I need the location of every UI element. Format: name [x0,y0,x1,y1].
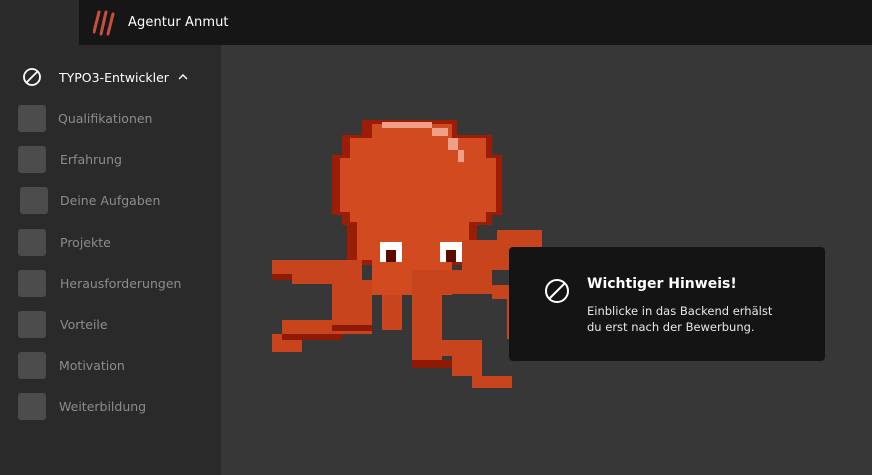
chevron-up-icon[interactable] [178,74,188,80]
item-placeholder-icon [18,393,46,420]
item-placeholder-icon [18,311,46,338]
top-bar: Agentur Anmut [79,0,872,45]
sidebar-item-motivation[interactable]: Motivation [18,352,213,380]
item-placeholder-icon [20,187,48,214]
sidebar-item-deine-aufgaben[interactable]: Deine Aufgaben [20,187,215,215]
notice-message: Einblicke in das Backend erhälst du erst… [587,303,802,335]
ban-icon [545,279,569,303]
item-placeholder-icon [18,105,46,132]
topbar-corner [0,0,79,45]
ban-icon [23,68,41,86]
sidebar-item-label: Projekte [60,235,111,250]
sidebar-item-herausforderungen[interactable]: Herausforderungen [18,270,213,298]
sidebar-item-label: Herausforderungen [60,276,182,291]
sidebar-item-vorteile[interactable]: Vorteile [18,311,213,339]
sidebar-item-projekte[interactable]: Projekte [18,229,213,257]
notice-toast: Wichtiger Hinweis! Einblicke in das Back… [509,247,825,361]
sidebar-item-erfahrung[interactable]: Erfahrung [18,146,213,174]
sidebar: TYPO3-Entwickler Qualifikationen Erfahru… [0,45,221,475]
item-placeholder-icon [18,146,46,173]
app-title: Agentur Anmut [128,15,229,30]
sidebar-item-qualifikationen[interactable]: Qualifikationen [18,105,213,133]
item-placeholder-icon [18,352,46,379]
sidebar-item-label: Qualifikationen [58,111,153,126]
sidebar-section-label: TYPO3-Entwickler [59,69,169,85]
notice-title: Wichtiger Hinweis! [587,276,737,292]
sidebar-item-label: Deine Aufgaben [60,193,161,208]
sidebar-item-label: Weiterbildung [59,399,147,414]
pixel-octopus-illustration [272,120,542,388]
notice-line-2: du erst nach der Bewerbung. [587,320,755,334]
sidebar-section-typo3[interactable]: TYPO3-Entwickler [22,66,207,88]
sidebar-item-label: Motivation [59,358,125,373]
sidebar-item-label: Erfahrung [60,152,122,167]
item-placeholder-icon [18,229,46,256]
item-placeholder-icon [18,270,46,297]
agency-logo-icon[interactable] [93,10,117,36]
sidebar-item-weiterbildung[interactable]: Weiterbildung [18,393,213,421]
notice-line-1: Einblicke in das Backend erhälst [587,304,773,318]
sidebar-item-label: Vorteile [60,317,108,332]
